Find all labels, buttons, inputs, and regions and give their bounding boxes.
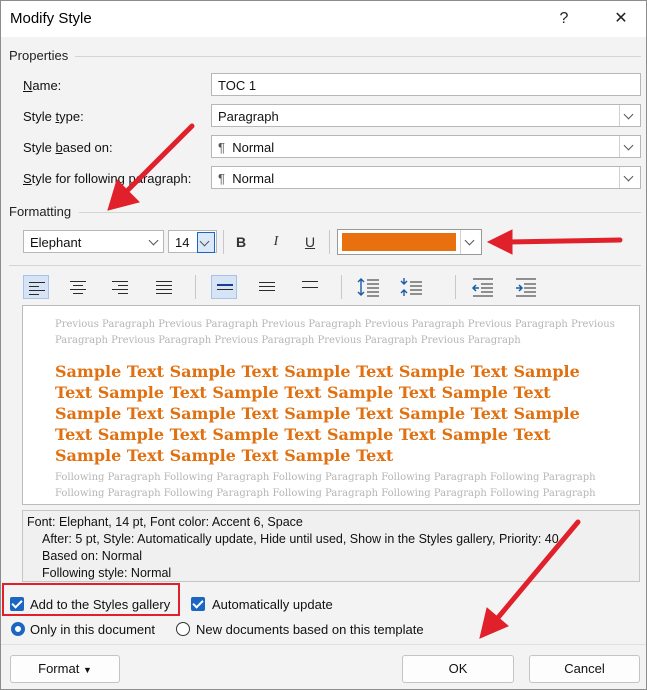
- annotation-arrow: [493, 519, 581, 623]
- annotation-arrow: [505, 237, 623, 245]
- annotation-arrow: [122, 123, 195, 196]
- annotation-arrows: [107, 123, 623, 639]
- annotation-arrowhead: [486, 229, 513, 255]
